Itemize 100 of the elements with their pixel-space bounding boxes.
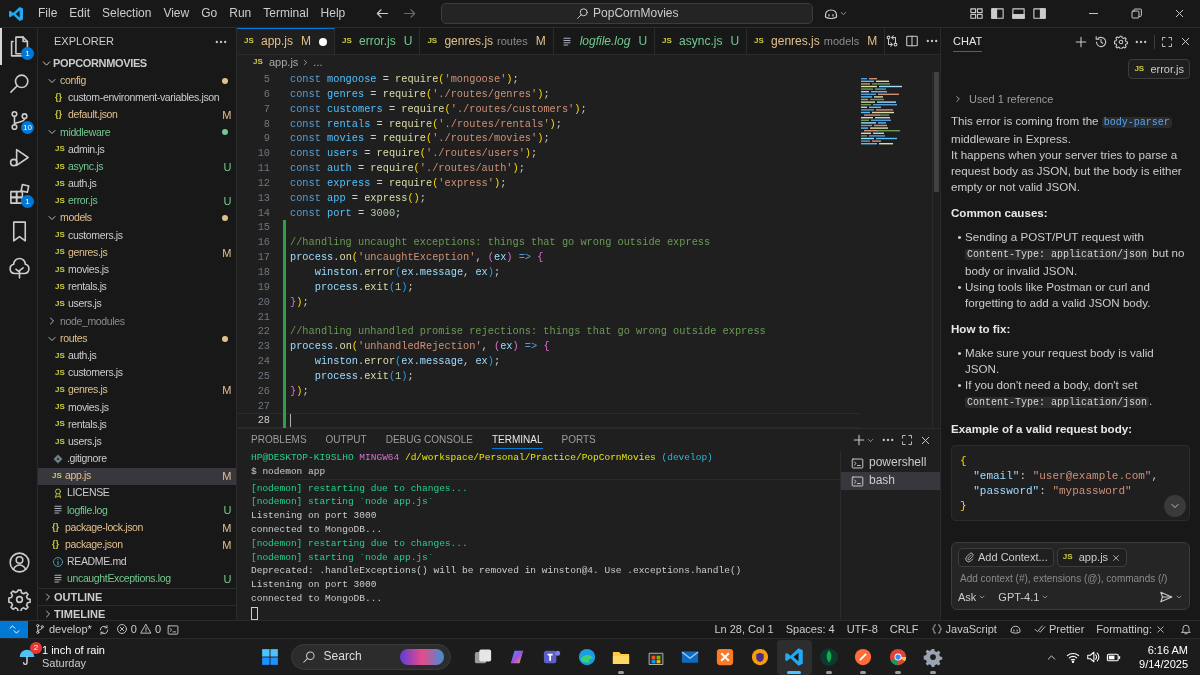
robot-face-icon[interactable] [1008, 623, 1022, 636]
tree-item[interactable]: LICENSE [38, 484, 236, 502]
compare-icon[interactable] [885, 34, 900, 48]
tree-item[interactable]: uncaughtExceptions.log U [38, 570, 236, 588]
sync-icon[interactable] [97, 623, 110, 636]
restore-icon[interactable] [1130, 7, 1143, 20]
tree-item[interactable]: JS app.js M [38, 467, 236, 485]
panel-tab[interactable]: OUTPUT [325, 431, 367, 449]
status-item[interactable]: UTF-8 [840, 622, 884, 637]
folder-item[interactable]: node_modules [38, 312, 236, 330]
tree-item[interactable]: JS users.js [38, 433, 236, 451]
weather-text[interactable]: 1 inch of rain [42, 644, 105, 657]
menu-item[interactable]: Go [195, 5, 224, 22]
editor-tab[interactable]: JS error.js U [335, 28, 421, 54]
panel-tab[interactable]: DEBUG CONSOLE [385, 431, 473, 449]
menu-item[interactable]: Selection [96, 5, 158, 22]
tree-item[interactable]: {} default.json M [38, 106, 236, 124]
panel-tab[interactable]: PORTS [561, 431, 596, 449]
app-logo-icon[interactable] [8, 5, 24, 22]
grid-layout-icon[interactable] [969, 6, 984, 21]
back-arrow-icon[interactable] [375, 6, 391, 21]
panel-tab[interactable]: PROBLEMS [251, 431, 307, 449]
editor-tab[interactable]: JS app.js M [237, 28, 336, 54]
menu-item[interactable]: File [32, 5, 64, 22]
tree-item[interactable]: POPCORNMOVIES [38, 55, 236, 73]
tree-item[interactable]: JS error.js U [38, 192, 236, 210]
tree-item[interactable]: JS movies.js [38, 261, 236, 279]
panel-tab[interactable]: TERMINAL [491, 431, 543, 449]
scroll-down-button[interactable] [1164, 495, 1186, 517]
tree-item[interactable]: JS customers.js [38, 226, 236, 245]
add-context-button[interactable]: Add Context... [958, 548, 1054, 567]
tree-item[interactable]: JS genres.js M [38, 381, 236, 399]
editor-tab[interactable]: JS genres.js routes M [420, 28, 554, 54]
command-center-search[interactable]: PopCornMovies [441, 3, 814, 24]
left-panel-layout-icon[interactable] [990, 6, 1005, 21]
model-picker[interactable]: GPT-4.1 [998, 589, 1050, 604]
section-header[interactable]: OUTLINE [38, 587, 236, 605]
tree-item[interactable]: JS rentals.js [38, 278, 236, 296]
weather-day[interactable]: Saturday [42, 657, 105, 670]
tree-item[interactable]: JS customers.js [38, 364, 236, 382]
forward-arrow-icon[interactable] [402, 6, 418, 21]
extensions-tab[interactable]: 1 [0, 176, 37, 213]
terminal-icon[interactable] [167, 623, 180, 636]
taskbar-app-button[interactable] [776, 639, 812, 675]
editor-tab[interactable]: JS genres.js models M [747, 28, 886, 54]
tree-item[interactable]: JS async.js U [38, 158, 236, 176]
tree-item[interactable]: JS rentals.js [38, 415, 236, 434]
plus-icon[interactable] [852, 433, 866, 447]
caret-icon[interactable] [839, 9, 849, 18]
maximize-icon[interactable] [901, 434, 913, 446]
breadcrumb-item[interactable]: ... [313, 55, 323, 70]
tree-item[interactable]: .gitignore [38, 450, 236, 468]
chat-input-field[interactable]: Add context (#), extensions (@), commands (/) [958, 571, 1183, 585]
folder-item[interactable]: config [38, 72, 236, 90]
problems-indicator[interactable]: 0 0 [109, 622, 168, 637]
tree-item[interactable]: JS auth.js [38, 175, 236, 193]
umbrella-icon[interactable] [18, 648, 36, 666]
split-editor-icon[interactable] [905, 34, 920, 48]
menu-item[interactable]: Terminal [257, 5, 315, 22]
editor-tab[interactable]: JS async.js U [655, 28, 748, 54]
maximize-icon[interactable] [1161, 35, 1173, 48]
clock-button[interactable]: 6:16 AM 9/14/2025 [1139, 643, 1188, 671]
settings-icon[interactable] [1114, 34, 1128, 49]
menu-item[interactable]: View [157, 5, 196, 22]
folder-item[interactable]: models [38, 209, 236, 227]
branch-indicator[interactable]: develop* [28, 622, 98, 637]
status-item[interactable]: Spaces: 4 [779, 622, 841, 637]
quick-settings-button[interactable] [1066, 649, 1122, 665]
status-item[interactable]: Ln 28, Col 1 [708, 622, 780, 637]
terminal-list-item[interactable]: bash [841, 472, 940, 490]
remote-button[interactable] [0, 620, 28, 639]
send-button[interactable] [1159, 589, 1183, 604]
tree-item[interactable]: JS admin.js [38, 140, 236, 159]
panel-tab[interactable]: CHAT [953, 30, 983, 53]
file-chip[interactable]: JS app.js [1056, 548, 1128, 567]
status-item[interactable]: CRLF [883, 622, 925, 637]
history-icon[interactable] [1094, 34, 1108, 49]
attachment-chip[interactable]: JS error.js [1128, 59, 1190, 79]
folder-item[interactable]: middleware [38, 123, 236, 141]
menu-item[interactable]: Edit [63, 5, 97, 22]
right-panel-layout-icon[interactable] [1032, 6, 1047, 21]
language-indicator[interactable]: JavaScript [924, 622, 1003, 637]
bottom-panel-layout-icon[interactable] [1011, 6, 1026, 21]
tree-item[interactable]: JS users.js [38, 295, 236, 313]
menu-item[interactable]: Run [223, 5, 258, 22]
scrollbar-thumb[interactable] [934, 72, 939, 192]
tree-item[interactable]: {} package.json M [38, 536, 236, 554]
bell-icon[interactable] [1180, 623, 1192, 636]
tree-item[interactable]: logfile.log U [38, 501, 236, 520]
tree-item[interactable]: README.md [38, 553, 236, 571]
tree-item[interactable]: {} package-lock.json M [38, 519, 236, 537]
close-icon[interactable] [1173, 7, 1186, 20]
tree-item[interactable]: JS auth.js [38, 347, 236, 365]
taskbar-search-field[interactable]: Search [290, 644, 451, 670]
tree-item[interactable]: JS genres.js M [38, 244, 236, 262]
references-toggle[interactable]: Used 1 reference [953, 91, 1190, 107]
tree-item[interactable]: {} custom-environment-variables.json [38, 89, 236, 107]
close-icon[interactable] [1179, 35, 1192, 48]
mode-picker[interactable]: Ask [958, 589, 987, 604]
formatting-indicator[interactable]: Formatting: [1090, 622, 1172, 637]
